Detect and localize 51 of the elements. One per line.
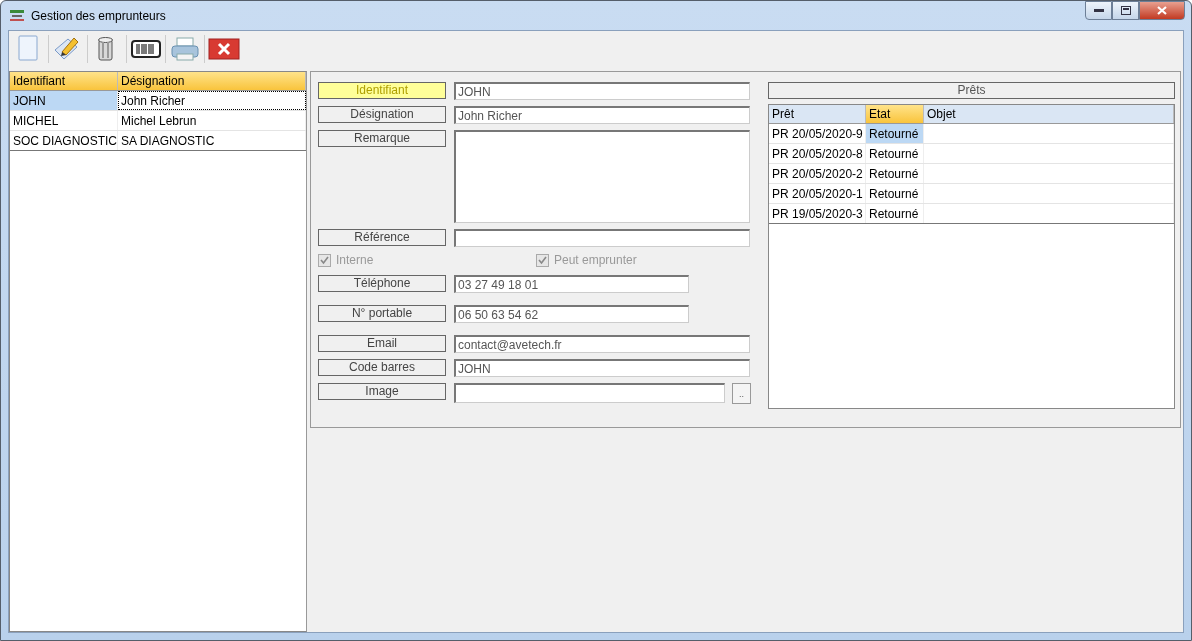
table-cell: Retourné — [866, 184, 924, 203]
table-cell: PR 19/05/2020-3 — [769, 204, 866, 223]
table-cell: Retourné — [866, 144, 924, 163]
close-button[interactable] — [1139, 1, 1185, 20]
table-cell: PR 20/05/2020-2 — [769, 164, 866, 183]
table-cell: SOC DIAGNOSTIC — [10, 131, 118, 150]
text-area[interactable] — [454, 130, 750, 223]
app-icon — [9, 8, 25, 23]
field-label: N° portable — [318, 305, 446, 322]
table-cell: Retourné — [866, 164, 924, 183]
input-field[interactable]: 06 50 63 54 62 — [454, 305, 689, 323]
window-title: Gestion des emprunteurs — [31, 8, 166, 23]
table-cell: John Richer — [118, 91, 306, 110]
column-header[interactable]: Désignation — [118, 72, 306, 90]
checkmark-icon — [320, 255, 329, 265]
field-label: Code barres — [318, 359, 446, 376]
printer-icon — [169, 34, 201, 64]
table-cell: PR 20/05/2020-1 — [769, 184, 866, 203]
field-label: Email — [318, 335, 446, 352]
browse-button[interactable]: .. — [732, 383, 751, 404]
input-field[interactable]: John Richer — [454, 106, 750, 124]
input-field[interactable] — [454, 383, 725, 403]
column-header[interactable]: Identifiant — [10, 72, 118, 90]
maximize-button[interactable] — [1112, 1, 1139, 20]
field-label: Remarque — [318, 130, 446, 147]
field-label: Identifiant — [318, 82, 446, 99]
table-cell: PR 20/05/2020-8 — [769, 144, 866, 163]
table-cell: Michel Lebrun — [118, 111, 306, 130]
checkmark-icon — [538, 255, 547, 265]
column-header[interactable]: Objet — [924, 105, 1174, 123]
input-field[interactable]: 03 27 49 18 01 — [454, 275, 689, 293]
input-field[interactable]: JOHN — [454, 359, 750, 377]
field-label: Désignation — [318, 106, 446, 123]
printer-button[interactable] — [169, 34, 201, 64]
section-header: Prêts — [768, 82, 1175, 99]
field-label: Image — [318, 383, 446, 400]
minimize-button[interactable] — [1085, 1, 1112, 20]
field-label: Téléphone — [318, 275, 446, 292]
close-icon — [1157, 6, 1167, 15]
column-header[interactable]: Etat — [866, 105, 924, 123]
field-label: Référence — [318, 229, 446, 246]
input-field[interactable]: JOHN — [454, 82, 750, 100]
table-cell: Retourné — [866, 204, 924, 223]
table-cell: Retourné — [866, 124, 924, 143]
minimize-icon — [1093, 8, 1104, 13]
table-cell: MICHEL — [10, 111, 118, 130]
input-field[interactable] — [454, 229, 750, 247]
maximize-icon — [1120, 6, 1131, 15]
input-field[interactable]: contact@avetech.fr — [454, 335, 750, 353]
table-cell: SA DIAGNOSTIC — [118, 131, 306, 150]
table-cell: JOHN — [10, 91, 118, 110]
